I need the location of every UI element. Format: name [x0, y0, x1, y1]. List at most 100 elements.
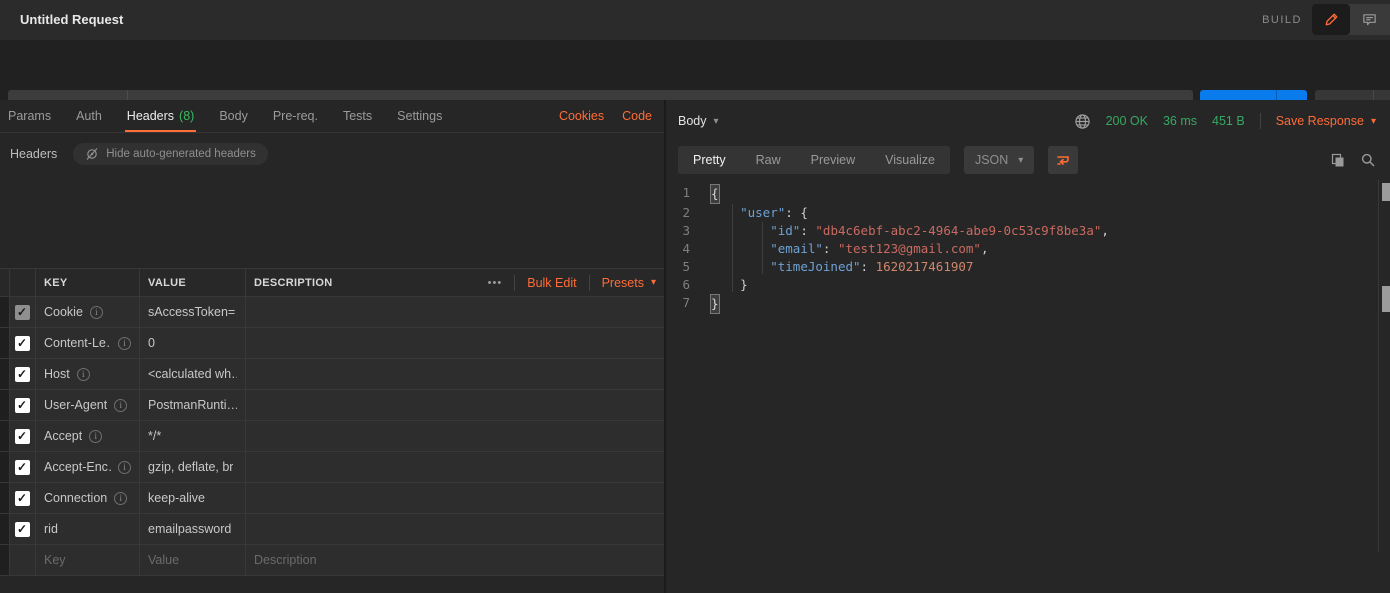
cookies-link[interactable]: Cookies: [559, 100, 604, 132]
presets-button[interactable]: Presets: [602, 276, 656, 290]
info-icon[interactable]: [114, 492, 127, 505]
response-view-tabs: PrettyRawPreviewVisualize JSON: [666, 146, 1390, 174]
tab-prereq[interactable]: Pre-req.: [273, 100, 318, 132]
tab-params[interactable]: Params: [8, 100, 51, 132]
scrollbar-thumb[interactable]: [1382, 183, 1390, 201]
code-token: }: [710, 294, 720, 314]
row-drag-handle[interactable]: [0, 328, 10, 358]
format-select[interactable]: JSON: [964, 146, 1034, 174]
row-checkbox[interactable]: [15, 460, 30, 475]
header-key: Accept-Enc…: [44, 460, 111, 474]
response-size[interactable]: 451 B: [1212, 114, 1245, 128]
table-row: Accept-Enc…gzip, deflate, br: [0, 452, 664, 483]
row-checkbox[interactable]: [15, 367, 30, 382]
request-title: Untitled Request: [20, 12, 123, 27]
table-row: Content-Le…0: [0, 328, 664, 359]
row-drag-handle[interactable]: [0, 514, 10, 544]
header-key: Cookie: [44, 305, 83, 319]
row-checkbox[interactable]: [15, 336, 30, 351]
code-line: 3 "id": "db4c6ebf-abc2-4964-abe9-0c53c9f…: [666, 222, 1370, 240]
header-key: User-Agent: [44, 398, 107, 412]
response-scrollbar[interactable]: [1382, 180, 1390, 593]
header-description[interactable]: [246, 359, 664, 389]
row-checkbox[interactable]: [15, 398, 30, 413]
code-token: }: [710, 276, 748, 294]
row-drag-handle[interactable]: [0, 421, 10, 451]
tab-label: Params: [8, 109, 51, 123]
tab-label: Tests: [343, 109, 372, 123]
presets-label: Presets: [602, 276, 644, 290]
row-checkbox[interactable]: [15, 522, 30, 537]
code-token: ,: [1101, 222, 1109, 240]
more-actions-button[interactable]: •••: [488, 277, 503, 289]
topbar: Untitled Request BUILD: [0, 0, 1390, 40]
row-drag-handle[interactable]: [0, 483, 10, 513]
chevron-down-icon: [651, 277, 656, 288]
scrollbar-thumb[interactable]: [1382, 286, 1390, 312]
network-globe-icon[interactable]: [1074, 113, 1091, 130]
code-token: "test123@gmail.com": [838, 240, 981, 258]
tab-label: Settings: [397, 109, 442, 123]
eye-slash-icon: [85, 147, 99, 161]
indent-guide: [732, 204, 733, 292]
info-icon[interactable]: [118, 461, 131, 474]
info-icon[interactable]: [90, 306, 103, 319]
view-tab-group: PrettyRawPreviewVisualize: [678, 146, 950, 174]
header-description[interactable]: [246, 514, 664, 544]
comment-button[interactable]: [1350, 4, 1388, 35]
header-description[interactable]: [246, 297, 664, 327]
info-icon[interactable]: [89, 430, 102, 443]
hide-autogenerated-toggle[interactable]: Hide auto-generated headers: [73, 143, 268, 165]
bulk-edit-button[interactable]: Bulk Edit: [527, 276, 576, 290]
row-drag-handle: [0, 545, 10, 575]
response-body-select[interactable]: Body: [678, 114, 719, 128]
row-checkbox[interactable]: [15, 305, 30, 320]
row-drag-handle[interactable]: [0, 297, 10, 327]
row-drag-handle[interactable]: [0, 359, 10, 389]
select-all-cell: [10, 269, 36, 296]
tab-headers[interactable]: Headers(8): [127, 100, 195, 132]
row-checkbox[interactable]: [15, 491, 30, 506]
code-token: 1620217461907: [876, 258, 974, 276]
response-body-code[interactable]: 1{2 "user": {3 "id": "db4c6ebf-abc2-4964…: [666, 184, 1370, 314]
header-description[interactable]: [246, 421, 664, 451]
format-label: JSON: [975, 153, 1008, 167]
wrap-text-button[interactable]: [1048, 146, 1078, 174]
row-checkbox[interactable]: [15, 429, 30, 444]
header-description[interactable]: [246, 452, 664, 482]
table-body: CookiesAccessToken=…Content-Le…0Host<cal…: [0, 297, 664, 576]
code-line: 5 "timeJoined": 1620217461907: [666, 258, 1370, 276]
code-line: 6 }: [666, 276, 1370, 294]
header-description[interactable]: [246, 328, 664, 358]
view-tab-pretty[interactable]: Pretty: [678, 146, 741, 174]
view-tab-raw[interactable]: Raw: [741, 146, 796, 174]
row-drag-handle[interactable]: [0, 390, 10, 420]
code-token: {: [710, 184, 720, 204]
header-description[interactable]: [246, 483, 664, 513]
tab-body[interactable]: Body: [219, 100, 248, 132]
view-tab-preview[interactable]: Preview: [796, 146, 870, 174]
search-icon[interactable]: [1360, 152, 1376, 168]
info-icon[interactable]: [114, 399, 127, 412]
tab-auth[interactable]: Auth: [76, 100, 102, 132]
tab-settings[interactable]: Settings: [397, 100, 442, 132]
response-panel: Body 200 OK 36 ms 451 B Save Response: [666, 100, 1390, 593]
description-input-placeholder: Description: [254, 553, 317, 567]
tab-tests[interactable]: Tests: [343, 100, 372, 132]
col-description: DESCRIPTION: [254, 277, 332, 289]
info-icon[interactable]: [77, 368, 90, 381]
status-badge[interactable]: 200 OK: [1106, 114, 1148, 128]
edit-pencil-button[interactable]: [1312, 4, 1350, 35]
row-drag-handle[interactable]: [0, 452, 10, 482]
hide-autogenerated-label: Hide auto-generated headers: [106, 148, 256, 160]
save-response-button[interactable]: Save Response: [1276, 114, 1376, 128]
code-link[interactable]: Code: [622, 100, 652, 132]
response-time[interactable]: 36 ms: [1163, 114, 1197, 128]
table-header-row: KEY VALUE DESCRIPTION ••• Bulk Edit Pres…: [0, 269, 664, 297]
view-tab-visualize[interactable]: Visualize: [870, 146, 950, 174]
info-icon[interactable]: [118, 337, 131, 350]
row-handle: [0, 269, 10, 296]
copy-icon[interactable]: [1330, 152, 1346, 168]
line-number: 4: [666, 240, 710, 258]
header-description[interactable]: [246, 390, 664, 420]
